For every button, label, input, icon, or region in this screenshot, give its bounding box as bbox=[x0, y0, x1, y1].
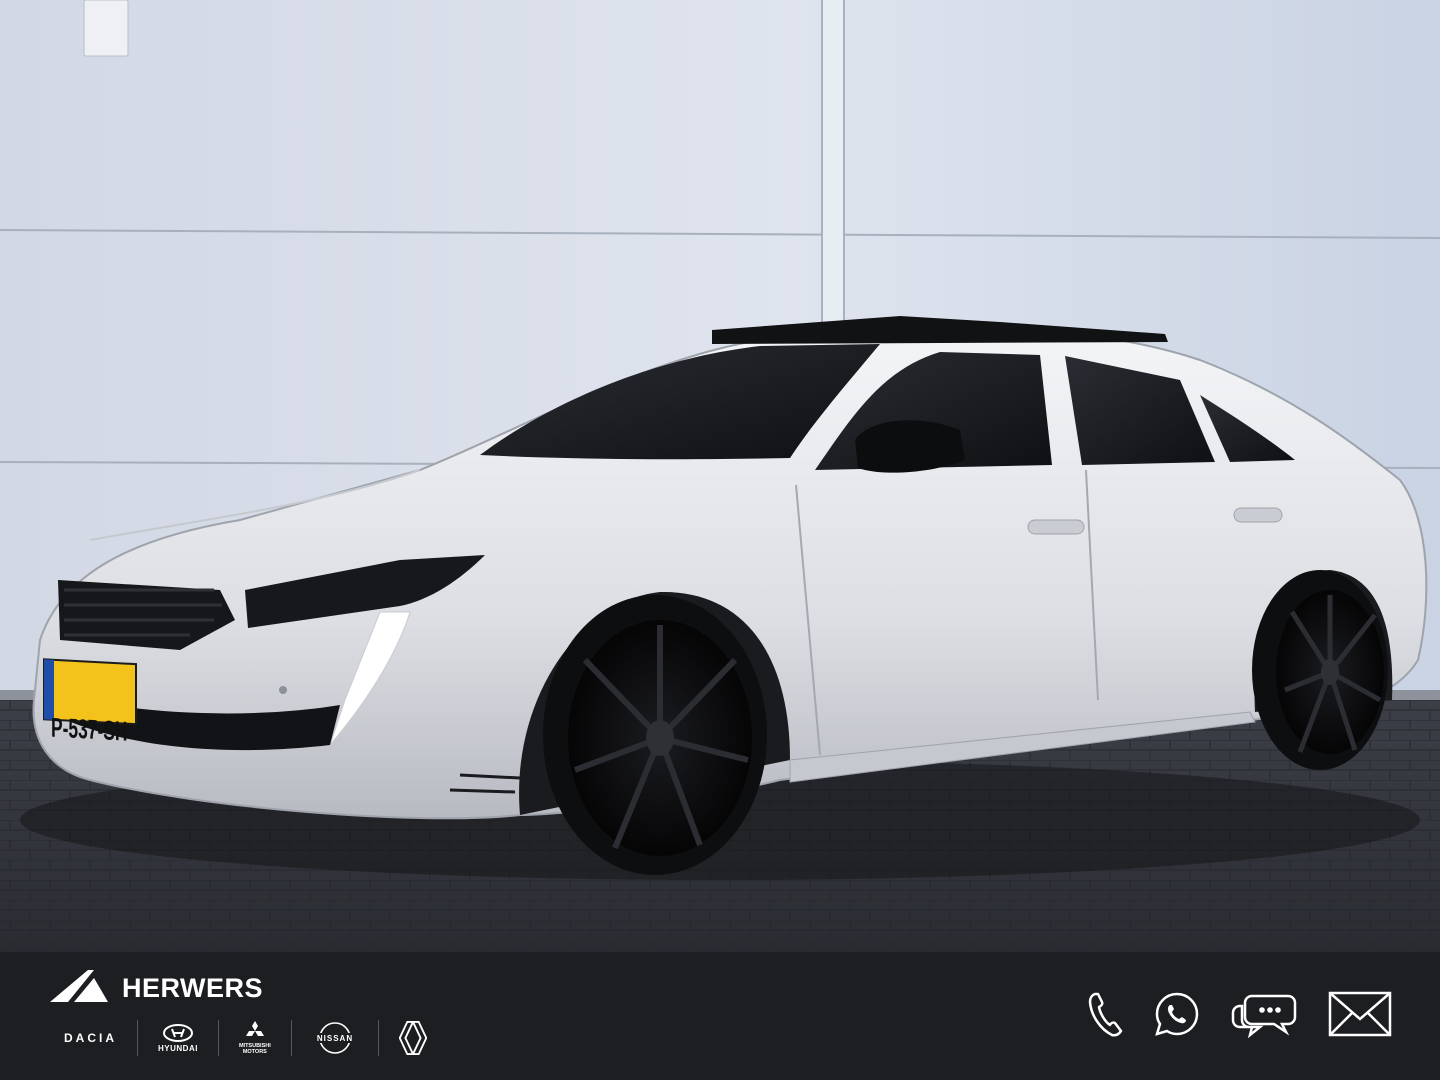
phone-icon bbox=[1088, 992, 1123, 1037]
whatsapp-button[interactable] bbox=[1154, 991, 1200, 1037]
partner-dacia[interactable]: DACIA bbox=[44, 1020, 137, 1056]
dealer-brand[interactable]: HERWERS bbox=[48, 968, 263, 1004]
car-photo: P-537-SH bbox=[0, 0, 1440, 952]
mail-icon bbox=[1328, 991, 1392, 1037]
partner-hyundai[interactable]: HYUNDAI bbox=[137, 1020, 218, 1056]
license-plate-text: P-537-SH bbox=[51, 714, 128, 748]
nissan-label: NISSAN bbox=[317, 1034, 353, 1043]
chat-button[interactable] bbox=[1230, 990, 1298, 1038]
mail-button[interactable] bbox=[1328, 991, 1392, 1037]
partner-mitsubishi[interactable]: MITSUBISHI MOTORS bbox=[217, 1020, 291, 1056]
contact-options bbox=[1058, 990, 1392, 1038]
nissan-logo: NISSAN bbox=[313, 1022, 356, 1054]
phone-button[interactable] bbox=[1088, 991, 1124, 1037]
dealer-name: HERWERS bbox=[122, 972, 264, 1003]
herwers-triangle-logo bbox=[50, 970, 108, 1002]
hyundai-logo bbox=[162, 1023, 193, 1042]
hyundai-label: HYUNDAI bbox=[158, 1043, 198, 1053]
chat-icon bbox=[1231, 994, 1297, 1038]
renault-logo bbox=[398, 1020, 427, 1056]
dacia-logo: DACIA bbox=[64, 1031, 117, 1045]
whatsapp-icon bbox=[1155, 992, 1199, 1036]
mitsubishi-logo bbox=[245, 1021, 264, 1036]
mitsubishi-label: MITSUBISHI MOTORS bbox=[238, 1043, 271, 1055]
partner-brands: DACIA HYUNDAI MITSUBISHI MOTORS NISSAN bbox=[44, 1018, 447, 1058]
partner-nissan[interactable]: NISSAN bbox=[290, 1020, 378, 1056]
dealer-footer: HERWERS DACIA HYUNDAI MITSUBISHI MOTORS bbox=[0, 952, 1440, 1080]
partner-renault[interactable] bbox=[377, 1020, 447, 1056]
